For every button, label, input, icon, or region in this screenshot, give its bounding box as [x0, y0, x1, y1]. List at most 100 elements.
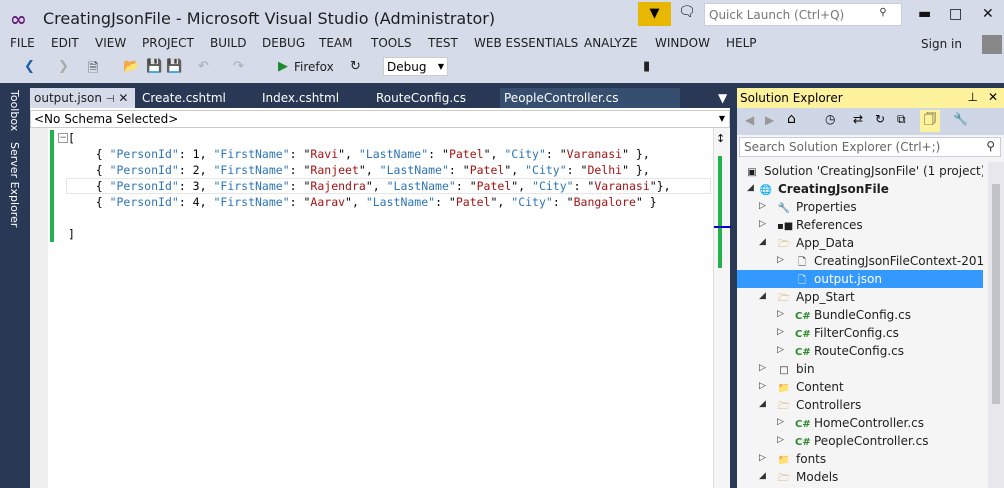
expand-arrow-icon[interactable]: ▷ — [759, 201, 766, 211]
forward-icon[interactable]: ▶ — [765, 113, 774, 127]
expand-arrow-icon[interactable]: ▷ — [777, 345, 784, 355]
collapse-arrow-icon[interactable]: ◢ — [759, 399, 766, 409]
tree-node[interactable]: ▣ Solution 'CreatingJsonFile' (1 project) — [737, 162, 983, 180]
menu-window[interactable]: WINDOW — [655, 36, 710, 50]
menu-file[interactable]: FILE — [10, 36, 35, 50]
collapse-arrow-icon[interactable]: ◢ — [759, 237, 766, 247]
minimize-button[interactable]: ▬ — [918, 6, 931, 22]
run-target[interactable]: Firefox — [294, 60, 334, 74]
solution-explorer-toolbar: ◀ ▶ ⌂ ◷ ⇄ ↻ ⧉ 🗍 🔧 — [737, 108, 1004, 135]
tree-node[interactable]: ◢ 🗁 App_Data — [737, 234, 983, 252]
tree-node[interactable]: ◢ 🗁 Controllers — [737, 396, 983, 414]
tree-node[interactable]: ▷ C# HomeController.cs — [737, 414, 983, 432]
menu-bar: FILE EDIT VIEW PROJECT BUILD DEBUG TEAM … — [0, 35, 1004, 55]
back-icon[interactable]: ❮ — [24, 59, 35, 74]
toolbox-tab[interactable]: Toolbox — [8, 90, 21, 131]
maximize-button[interactable]: □ — [949, 6, 962, 22]
expand-arrow-icon[interactable]: ▷ — [759, 219, 766, 229]
menu-view[interactable]: VIEW — [95, 36, 126, 50]
show-all-files-icon[interactable]: 🗍 — [920, 110, 940, 132]
split-icon[interactable]: ↕ — [716, 132, 725, 145]
menu-web-essentials[interactable]: WEB ESSENTIALS — [474, 36, 578, 50]
pin-icon[interactable]: ⊣ — [106, 94, 115, 105]
save-icon[interactable]: 💾 — [146, 59, 162, 74]
expand-arrow-icon[interactable]: ▷ — [759, 453, 766, 463]
quick-launch-input[interactable]: Quick Launch (Ctrl+Q) ⚲ — [704, 3, 902, 26]
feedback-icon[interactable]: 🗨 — [678, 4, 696, 20]
tree-node[interactable]: ▷ 📁 fonts — [737, 450, 983, 468]
expand-arrow-icon[interactable]: ▷ — [777, 417, 784, 427]
close-button[interactable]: ✕ — [982, 6, 994, 22]
redo-icon[interactable]: ↷ — [233, 59, 244, 74]
avatar[interactable] — [982, 35, 1002, 54]
tree-node[interactable]: ▷ C# BundleConfig.cs — [737, 306, 983, 324]
notifications-flag-icon[interactable]: ▼ — [638, 2, 671, 26]
refresh-icon[interactable]: ↻ — [350, 59, 361, 74]
tree-node[interactable]: ▷ □ bin — [737, 360, 983, 378]
vertical-scrollbar[interactable]: ↕ — [713, 128, 731, 488]
collapse-arrow-icon[interactable]: ◢ — [759, 291, 766, 301]
expand-arrow-icon[interactable]: ▷ — [777, 435, 784, 445]
tab-overflow-icon[interactable]: ▼ — [714, 88, 731, 108]
start-debug-icon[interactable]: ▶ — [278, 59, 288, 74]
collapse-arrow-icon[interactable]: ◢ — [759, 471, 766, 481]
save-all-icon[interactable]: 💾 — [166, 59, 182, 74]
tree-node[interactable]: ▷ 🗋 CreatingJsonFileContext-2015 — [737, 252, 983, 270]
tab-output-json[interactable]: output.json ⊣ ✕ — [30, 88, 135, 108]
menu-project[interactable]: PROJECT — [142, 36, 194, 50]
refresh-icon[interactable]: ↻ — [875, 112, 885, 126]
sign-in-link[interactable]: Sign in — [921, 37, 962, 51]
tree-node[interactable]: ▷ C# RouteConfig.cs — [737, 342, 983, 360]
expand-arrow-icon[interactable]: ▷ — [759, 381, 766, 391]
code-editor[interactable]: <No Schema Selected> ▼ − [ { "PersonId": … — [30, 108, 731, 488]
menu-analyze[interactable]: ANALYZE — [584, 36, 638, 50]
bookmark-icon[interactable]: ▮ — [643, 59, 650, 74]
expand-arrow-icon[interactable]: ▷ — [759, 363, 766, 373]
tab-create-cshtml[interactable]: Create.cshtml — [138, 88, 230, 108]
tree-node[interactable]: ▷ C# FilterConfig.cs — [737, 324, 983, 342]
tree-node[interactable]: ▷ 📁 Content — [737, 378, 983, 396]
tree-node[interactable]: ◢ 🗁 Models — [737, 468, 983, 486]
code-content[interactable]: [ { "PersonId": 1, "FirstName": "Ravi", … — [68, 130, 671, 242]
menu-build[interactable]: BUILD — [210, 36, 246, 50]
forward-icon[interactable]: ❯ — [58, 59, 69, 74]
back-icon[interactable]: ◀ — [745, 113, 754, 127]
expand-arrow-icon[interactable]: ▷ — [777, 327, 784, 337]
pin-icon[interactable]: ⊥ — [968, 90, 978, 104]
collapse-icon[interactable]: − — [58, 133, 68, 143]
open-file-icon[interactable]: 📂 — [123, 59, 139, 74]
tree-scrollbar[interactable] — [988, 162, 1004, 488]
collapse-all-icon[interactable]: ⧉ — [897, 112, 906, 127]
close-panel-icon[interactable]: ✕ — [988, 90, 998, 104]
close-tab-icon[interactable]: ✕ — [118, 91, 128, 105]
tab-peoplecontroller-cs[interactable]: PeopleController.cs — [500, 88, 680, 108]
tree-node[interactable]: 🗋 output.json — [737, 270, 983, 288]
menu-debug[interactable]: DEBUG — [262, 36, 305, 50]
pending-changes-icon[interactable]: ◷ — [825, 112, 835, 126]
tree-node[interactable]: ▷ ▪■ References — [737, 216, 983, 234]
new-project-icon[interactable]: 🗎 — [88, 59, 98, 81]
tree-node[interactable]: ◢ 🌐 CreatingJsonFile — [737, 180, 983, 198]
menu-test[interactable]: TEST — [428, 36, 458, 50]
tab-index-cshtml[interactable]: Index.cshtml — [258, 88, 343, 108]
tab-routeconfig-cs[interactable]: RouteConfig.cs — [372, 88, 470, 108]
undo-icon[interactable]: ↶ — [198, 59, 209, 74]
tree-node[interactable]: ▷ C# PeopleController.cs — [737, 432, 983, 450]
schema-select[interactable]: <No Schema Selected> ▼ — [30, 110, 730, 128]
home-icon[interactable]: ⌂ — [787, 111, 796, 127]
tree-node[interactable]: ◢ 🗁 App_Start — [737, 288, 983, 306]
tree-node[interactable]: ▷ 🔧 Properties — [737, 198, 983, 216]
solution-configuration-select[interactable]: Debug ▼ — [383, 57, 448, 76]
menu-tools[interactable]: TOOLS — [371, 36, 412, 50]
server-explorer-tab[interactable]: Server Explorer — [8, 142, 21, 227]
expand-arrow-icon[interactable]: ▷ — [777, 309, 784, 319]
sync-icon[interactable]: ⇄ — [853, 112, 863, 126]
solution-search-input[interactable]: Search Solution Explorer (Ctrl+;) ⚲ — [739, 137, 1001, 157]
scrollbar-thumb[interactable] — [992, 184, 1000, 404]
properties-wrench-icon[interactable]: 🔧 — [953, 112, 968, 126]
menu-edit[interactable]: EDIT — [51, 36, 79, 50]
collapse-arrow-icon[interactable]: ◢ — [747, 183, 754, 193]
expand-arrow-icon[interactable]: ▷ — [777, 255, 784, 265]
menu-help[interactable]: HELP — [726, 36, 757, 50]
menu-team[interactable]: TEAM — [319, 36, 352, 50]
